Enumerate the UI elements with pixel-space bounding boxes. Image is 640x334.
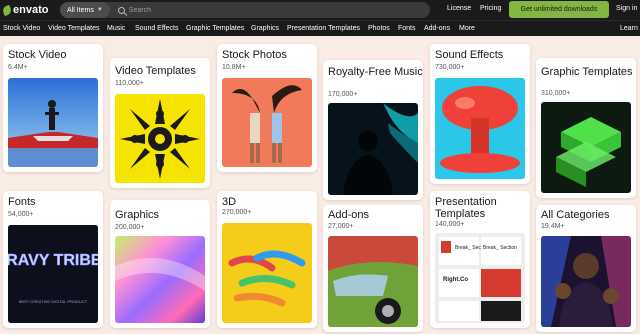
- nav-graphics[interactable]: Graphics: [251, 25, 279, 32]
- nav-stock-video[interactable]: Stock Video: [3, 25, 40, 32]
- card-royalty-free-music[interactable]: Royalty-Free Music 170,000+: [323, 60, 423, 200]
- nav-music[interactable]: Music: [107, 25, 125, 32]
- nav-presentation-templates[interactable]: Presentation Templates: [287, 25, 360, 32]
- card-count: 170,000+: [328, 91, 358, 98]
- card-count: 10.8M+: [222, 64, 246, 71]
- nav-graphic-templates[interactable]: Graphic Templates: [186, 25, 244, 32]
- thumbnail-gravy-tribes: GRAVY TRIBES BEST CREATIVE DIGITAL PRODU…: [8, 225, 98, 323]
- card-add-ons[interactable]: Add-ons 27,000+: [323, 205, 423, 332]
- thumbnail-jet-pilot: [8, 78, 98, 167]
- thumbnail-mushroom-cloud: [435, 78, 525, 179]
- thumbnail-green-blocks: [541, 102, 631, 193]
- thumbnail-silhouette-neon: [328, 103, 418, 195]
- card-count: 110,000+: [115, 80, 144, 87]
- search-bar: All Items ▼: [60, 2, 430, 18]
- card-title: Stock Video: [8, 49, 67, 61]
- card-title: Presentation Templates: [435, 196, 497, 220]
- card-count: 200,000+: [115, 224, 145, 231]
- card-title: Graphic Templates: [541, 66, 633, 78]
- card-title: 3D: [222, 196, 237, 208]
- leaf-icon: [1, 4, 13, 16]
- thumbnail-green-car: [328, 236, 418, 327]
- card-graphic-templates[interactable]: Graphic Templates 310,000+: [536, 58, 636, 198]
- card-count: 140,000+: [435, 221, 465, 228]
- card-graphics[interactable]: Graphics 200,000+: [110, 200, 210, 328]
- card-3d[interactable]: 3D 270,000+: [217, 191, 317, 328]
- card-title: Graphics: [115, 209, 160, 221]
- card-stock-photos[interactable]: Stock Photos 10.8M+: [217, 44, 317, 172]
- card-count: 270,000+: [222, 209, 252, 216]
- card-title: Sound Effects: [435, 49, 504, 61]
- fonts-art-text: GRAVY TRIBES: [8, 252, 98, 269]
- search-scope-label: All Items: [67, 6, 94, 14]
- category-nav: Stock Video Video Templates Music Sound …: [0, 20, 640, 36]
- card-stock-video[interactable]: Stock Video 6.4M+: [3, 44, 103, 172]
- card-presentation-templates[interactable]: Presentation Templates 140,000+ Break_ S…: [430, 191, 530, 328]
- card-all-categories[interactable]: All Categories 19.4M+: [536, 205, 636, 332]
- card-title: Video Templates: [115, 65, 196, 77]
- nav-fonts[interactable]: Fonts: [398, 25, 416, 32]
- envato-logo[interactable]: envato: [1, 4, 49, 16]
- card-sound-effects[interactable]: Sound Effects 730,000+: [430, 44, 530, 184]
- card-title: Royalty-Free Music: [328, 66, 423, 78]
- search-input[interactable]: [128, 6, 379, 14]
- card-count: 54,000+: [8, 211, 34, 218]
- nav-video-templates[interactable]: Video Templates: [48, 25, 100, 32]
- search-icon: [117, 6, 125, 14]
- thumbnail-presentation-slides: Break_ Section Break_ Section Right.Co: [435, 233, 525, 323]
- nav-sound-effects[interactable]: Sound Effects: [135, 25, 178, 32]
- card-fonts[interactable]: Fonts 54,000+ GRAVY TRIBES BEST CREATIVE…: [3, 191, 103, 328]
- slide-text-2: Break_ Section: [483, 245, 517, 251]
- pricing-link[interactable]: Pricing: [480, 5, 501, 12]
- nav-add-ons[interactable]: Add-ons: [424, 25, 450, 32]
- nav-photos[interactable]: Photos: [368, 25, 390, 32]
- card-title: Add-ons: [328, 209, 369, 221]
- thumbnail-holographic-gradient: [115, 236, 205, 323]
- card-count: 19.4M+: [541, 223, 565, 230]
- nav-more[interactable]: More: [459, 25, 475, 32]
- card-title: All Categories: [541, 209, 610, 221]
- slide-text-3: Right.Co: [443, 277, 468, 283]
- card-video-templates[interactable]: Video Templates 110,000+: [110, 58, 210, 188]
- brand-name: envato: [13, 4, 49, 16]
- license-link[interactable]: License: [447, 5, 471, 12]
- sign-in-link[interactable]: Sign in: [616, 5, 637, 12]
- search-scope-dropdown[interactable]: All Items ▼: [60, 2, 110, 18]
- card-count: 310,000+: [541, 90, 571, 97]
- thumbnail-gummy-worms: [222, 223, 312, 323]
- chevron-down-icon: ▼: [96, 7, 103, 13]
- nav-learn[interactable]: Learn: [620, 25, 638, 32]
- card-count: 27,000+: [328, 223, 354, 230]
- top-bar: envato All Items ▼ License Pricing Get u…: [0, 0, 640, 20]
- card-title: Fonts: [8, 196, 36, 208]
- thumbnail-hair-flip: [222, 78, 312, 167]
- fonts-caption-text: BEST CREATIVE DIGITAL PRODUCT: [19, 299, 88, 304]
- thumbnail-yellow-pattern: [115, 94, 205, 183]
- card-count: 6.4M+: [8, 64, 28, 71]
- card-title: Stock Photos: [222, 49, 287, 61]
- thumbnail-colorful-portrait: [541, 236, 631, 327]
- card-count: 730,000+: [435, 64, 465, 71]
- get-unlimited-downloads-button[interactable]: Get unlimited downloads: [509, 1, 609, 18]
